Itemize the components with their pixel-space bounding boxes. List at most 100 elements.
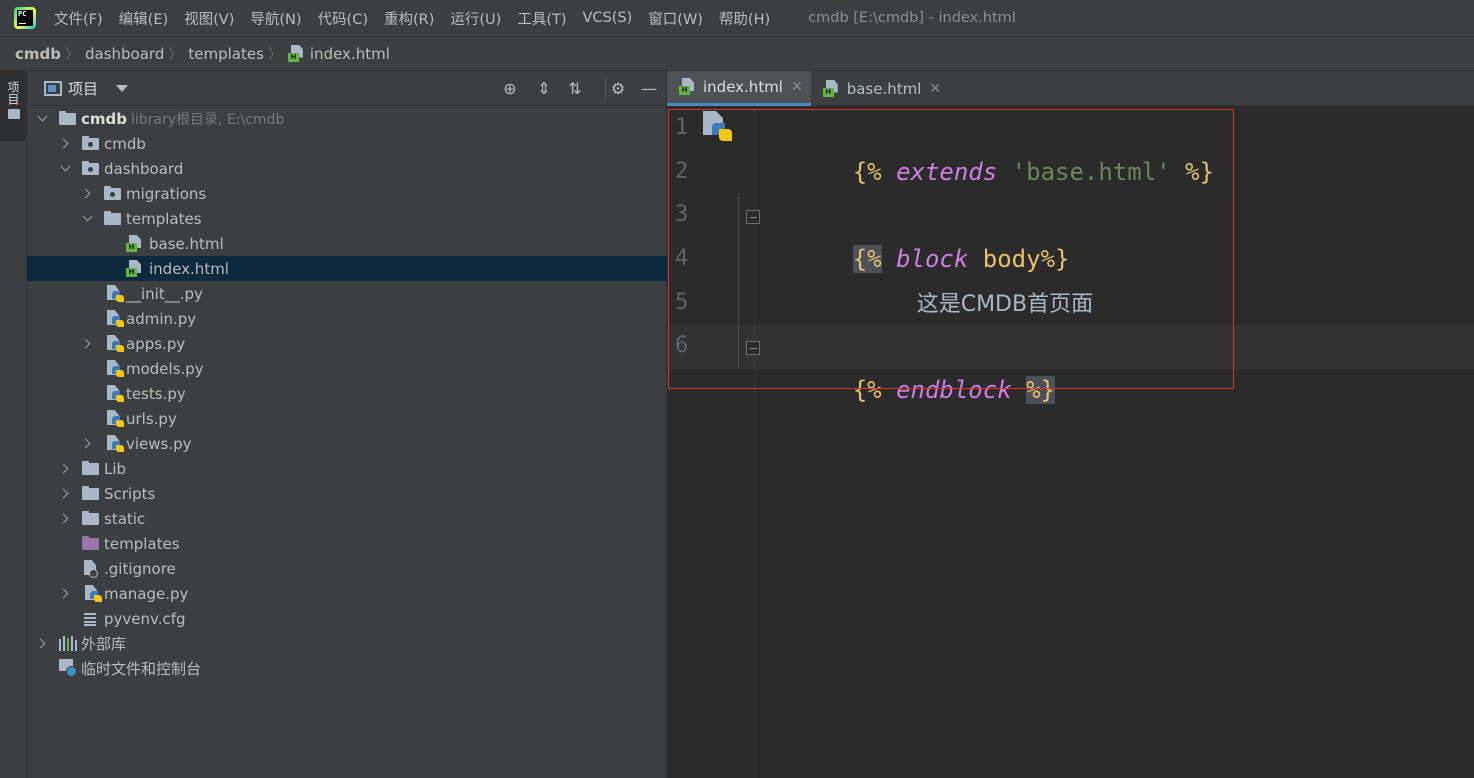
tree-item-label: templates bbox=[126, 209, 202, 228]
tree-item-scratches[interactable]: 临时文件和控制台 bbox=[27, 656, 667, 681]
view-mode-dropdown-icon[interactable] bbox=[116, 84, 129, 92]
tree-item-label: models.py bbox=[126, 359, 204, 378]
editor-tabs: H index.html ✕ H base.html ✕ bbox=[667, 71, 1474, 106]
line-number: 2 bbox=[675, 159, 689, 184]
tree-item-label: apps.py bbox=[126, 334, 186, 353]
project-panel-header: 项目 ⊕ ⇕ ⇅ ⚙ — bbox=[27, 71, 666, 106]
html-file-icon: H bbox=[679, 78, 695, 96]
tree-item-label: pyvenv.cfg bbox=[104, 609, 186, 628]
tree-item-manage-py[interactable]: manage.py bbox=[27, 581, 667, 606]
project-view-icon bbox=[44, 80, 62, 96]
tree-item-urls-py[interactable]: urls.py bbox=[27, 406, 667, 431]
tree-item-templates-root[interactable]: templates bbox=[27, 531, 667, 556]
tree-item-label: admin.py bbox=[126, 309, 197, 328]
breadcrumb-item-index-html[interactable]: index.html bbox=[310, 45, 390, 63]
menu-refactor[interactable]: 重构(R) bbox=[384, 8, 434, 29]
chevron-right-icon[interactable] bbox=[60, 514, 70, 524]
tree-item-cmdb[interactable]: cmdb bbox=[27, 131, 667, 156]
menu-edit[interactable]: 编辑(E) bbox=[119, 8, 168, 29]
expand-all-icon[interactable]: ⇕ bbox=[534, 79, 554, 99]
tree-item-index-html[interactable]: H index.html bbox=[27, 256, 667, 281]
tree-item-static[interactable]: static bbox=[27, 506, 667, 531]
pycharm-logo-icon: PC bbox=[14, 7, 36, 29]
left-tool-stripe: 项目 bbox=[0, 71, 27, 778]
fold-collapse-icon[interactable] bbox=[746, 341, 760, 355]
tree-item-init-py[interactable]: __init__.py bbox=[27, 281, 667, 306]
chevron-right-icon[interactable] bbox=[60, 589, 70, 599]
tree-item-root[interactable]: cmdb library根目录, E:\cmdb bbox=[27, 106, 667, 131]
gear-icon[interactable]: ⚙ bbox=[608, 79, 628, 99]
tree-item-label: 临时文件和控制台 bbox=[81, 660, 202, 678]
tree-item-migrations[interactable]: migrations bbox=[27, 181, 667, 206]
tree-item-dashboard[interactable]: dashboard bbox=[27, 156, 667, 181]
menu-code[interactable]: 代码(C) bbox=[318, 8, 368, 29]
tree-item-gitignore[interactable]: .gitignore bbox=[27, 556, 667, 581]
tree-item-admin-py[interactable]: admin.py bbox=[27, 306, 667, 331]
menu-navigate[interactable]: 导航(N) bbox=[250, 8, 301, 29]
project-tool-window-button[interactable]: 项目 bbox=[0, 71, 27, 141]
chevron-down-icon[interactable] bbox=[82, 214, 92, 224]
close-icon[interactable]: ✕ bbox=[791, 79, 803, 95]
python-file-icon bbox=[107, 360, 125, 378]
tree-item-pyvenv-cfg[interactable]: pyvenv.cfg bbox=[27, 606, 667, 631]
menu-file[interactable]: 文件(F) bbox=[54, 8, 103, 29]
tree-item-tests-py[interactable]: tests.py bbox=[27, 381, 667, 406]
menu-vcs[interactable]: VCS(S) bbox=[583, 10, 633, 26]
menu-help[interactable]: 帮助(H) bbox=[719, 8, 770, 29]
breadcrumb-item-dashboard[interactable]: dashboard bbox=[85, 45, 164, 63]
menu-tools[interactable]: 工具(T) bbox=[517, 8, 566, 29]
breadcrumb-item-cmdb[interactable]: cmdb bbox=[15, 45, 61, 63]
code-area[interactable]: 1 2 3 4 5 6 {% extends 'base.html' %} {%… bbox=[667, 106, 1474, 778]
chevron-down-icon[interactable] bbox=[60, 164, 70, 174]
chevron-right-icon[interactable] bbox=[60, 464, 70, 474]
python-file-icon bbox=[107, 310, 125, 328]
menu-window[interactable]: 窗口(W) bbox=[648, 8, 703, 29]
collapse-all-icon[interactable]: ⇅ bbox=[565, 79, 585, 99]
tab-base-html[interactable]: H base.html ✕ bbox=[811, 71, 949, 106]
tree-item-views-py[interactable]: views.py bbox=[27, 431, 667, 456]
tree-item-apps-py[interactable]: apps.py bbox=[27, 331, 667, 356]
tree-item-label: urls.py bbox=[126, 409, 177, 428]
config-file-icon bbox=[83, 612, 97, 626]
toolbar-divider bbox=[605, 78, 606, 100]
menu-view[interactable]: 视图(V) bbox=[184, 8, 234, 29]
folder-icon bbox=[82, 461, 100, 477]
chevron-right-icon[interactable] bbox=[82, 189, 92, 199]
html-file-icon: H bbox=[126, 260, 142, 278]
project-panel-title[interactable]: 项目 bbox=[68, 78, 98, 99]
template-string: 'base.html' bbox=[1011, 158, 1171, 186]
chevron-down-icon[interactable] bbox=[37, 114, 47, 124]
hide-panel-icon[interactable]: — bbox=[639, 79, 659, 99]
folder-icon bbox=[7, 109, 20, 119]
tree-item-lib[interactable]: Lib bbox=[27, 456, 667, 481]
tab-index-html[interactable]: H index.html ✕ bbox=[667, 71, 811, 106]
tree-item-templates[interactable]: templates bbox=[27, 206, 667, 231]
tree-item-label: 外部库 bbox=[81, 635, 127, 653]
close-icon[interactable]: ✕ bbox=[929, 81, 941, 97]
chevron-right-icon[interactable] bbox=[37, 639, 47, 649]
html-file-icon: H bbox=[822, 79, 839, 98]
package-folder-icon bbox=[82, 161, 100, 177]
html-file-icon: H bbox=[126, 235, 142, 253]
breadcrumb-separator: 〉 bbox=[267, 46, 282, 63]
package-folder-icon bbox=[104, 186, 122, 202]
line-number: 1 bbox=[675, 115, 689, 140]
tree-item-scripts[interactable]: Scripts bbox=[27, 481, 667, 506]
tree-item-models-py[interactable]: models.py bbox=[27, 356, 667, 381]
fold-collapse-icon[interactable] bbox=[746, 210, 760, 224]
python-gutter-icon[interactable] bbox=[703, 111, 733, 143]
menu-bar: PC 文件(F) 编辑(E) 视图(V) 导航(N) 代码(C) 重构(R) 运… bbox=[0, 0, 1474, 36]
chevron-right-icon[interactable] bbox=[60, 139, 70, 149]
html-file-icon: H bbox=[287, 44, 304, 63]
menu-run[interactable]: 运行(U) bbox=[450, 8, 501, 29]
python-file-icon bbox=[107, 385, 125, 403]
template-keyword: endblock bbox=[896, 376, 1012, 404]
chevron-right-icon[interactable] bbox=[82, 339, 92, 349]
chevron-right-icon[interactable] bbox=[60, 489, 70, 499]
python-file-icon bbox=[107, 410, 125, 428]
breadcrumb-item-templates[interactable]: templates bbox=[188, 45, 264, 63]
chevron-right-icon[interactable] bbox=[82, 439, 92, 449]
tree-item-external-libraries[interactable]: 外部库 bbox=[27, 631, 667, 656]
locate-file-icon[interactable]: ⊕ bbox=[500, 79, 520, 99]
tree-item-base-html[interactable]: H base.html bbox=[27, 231, 667, 256]
